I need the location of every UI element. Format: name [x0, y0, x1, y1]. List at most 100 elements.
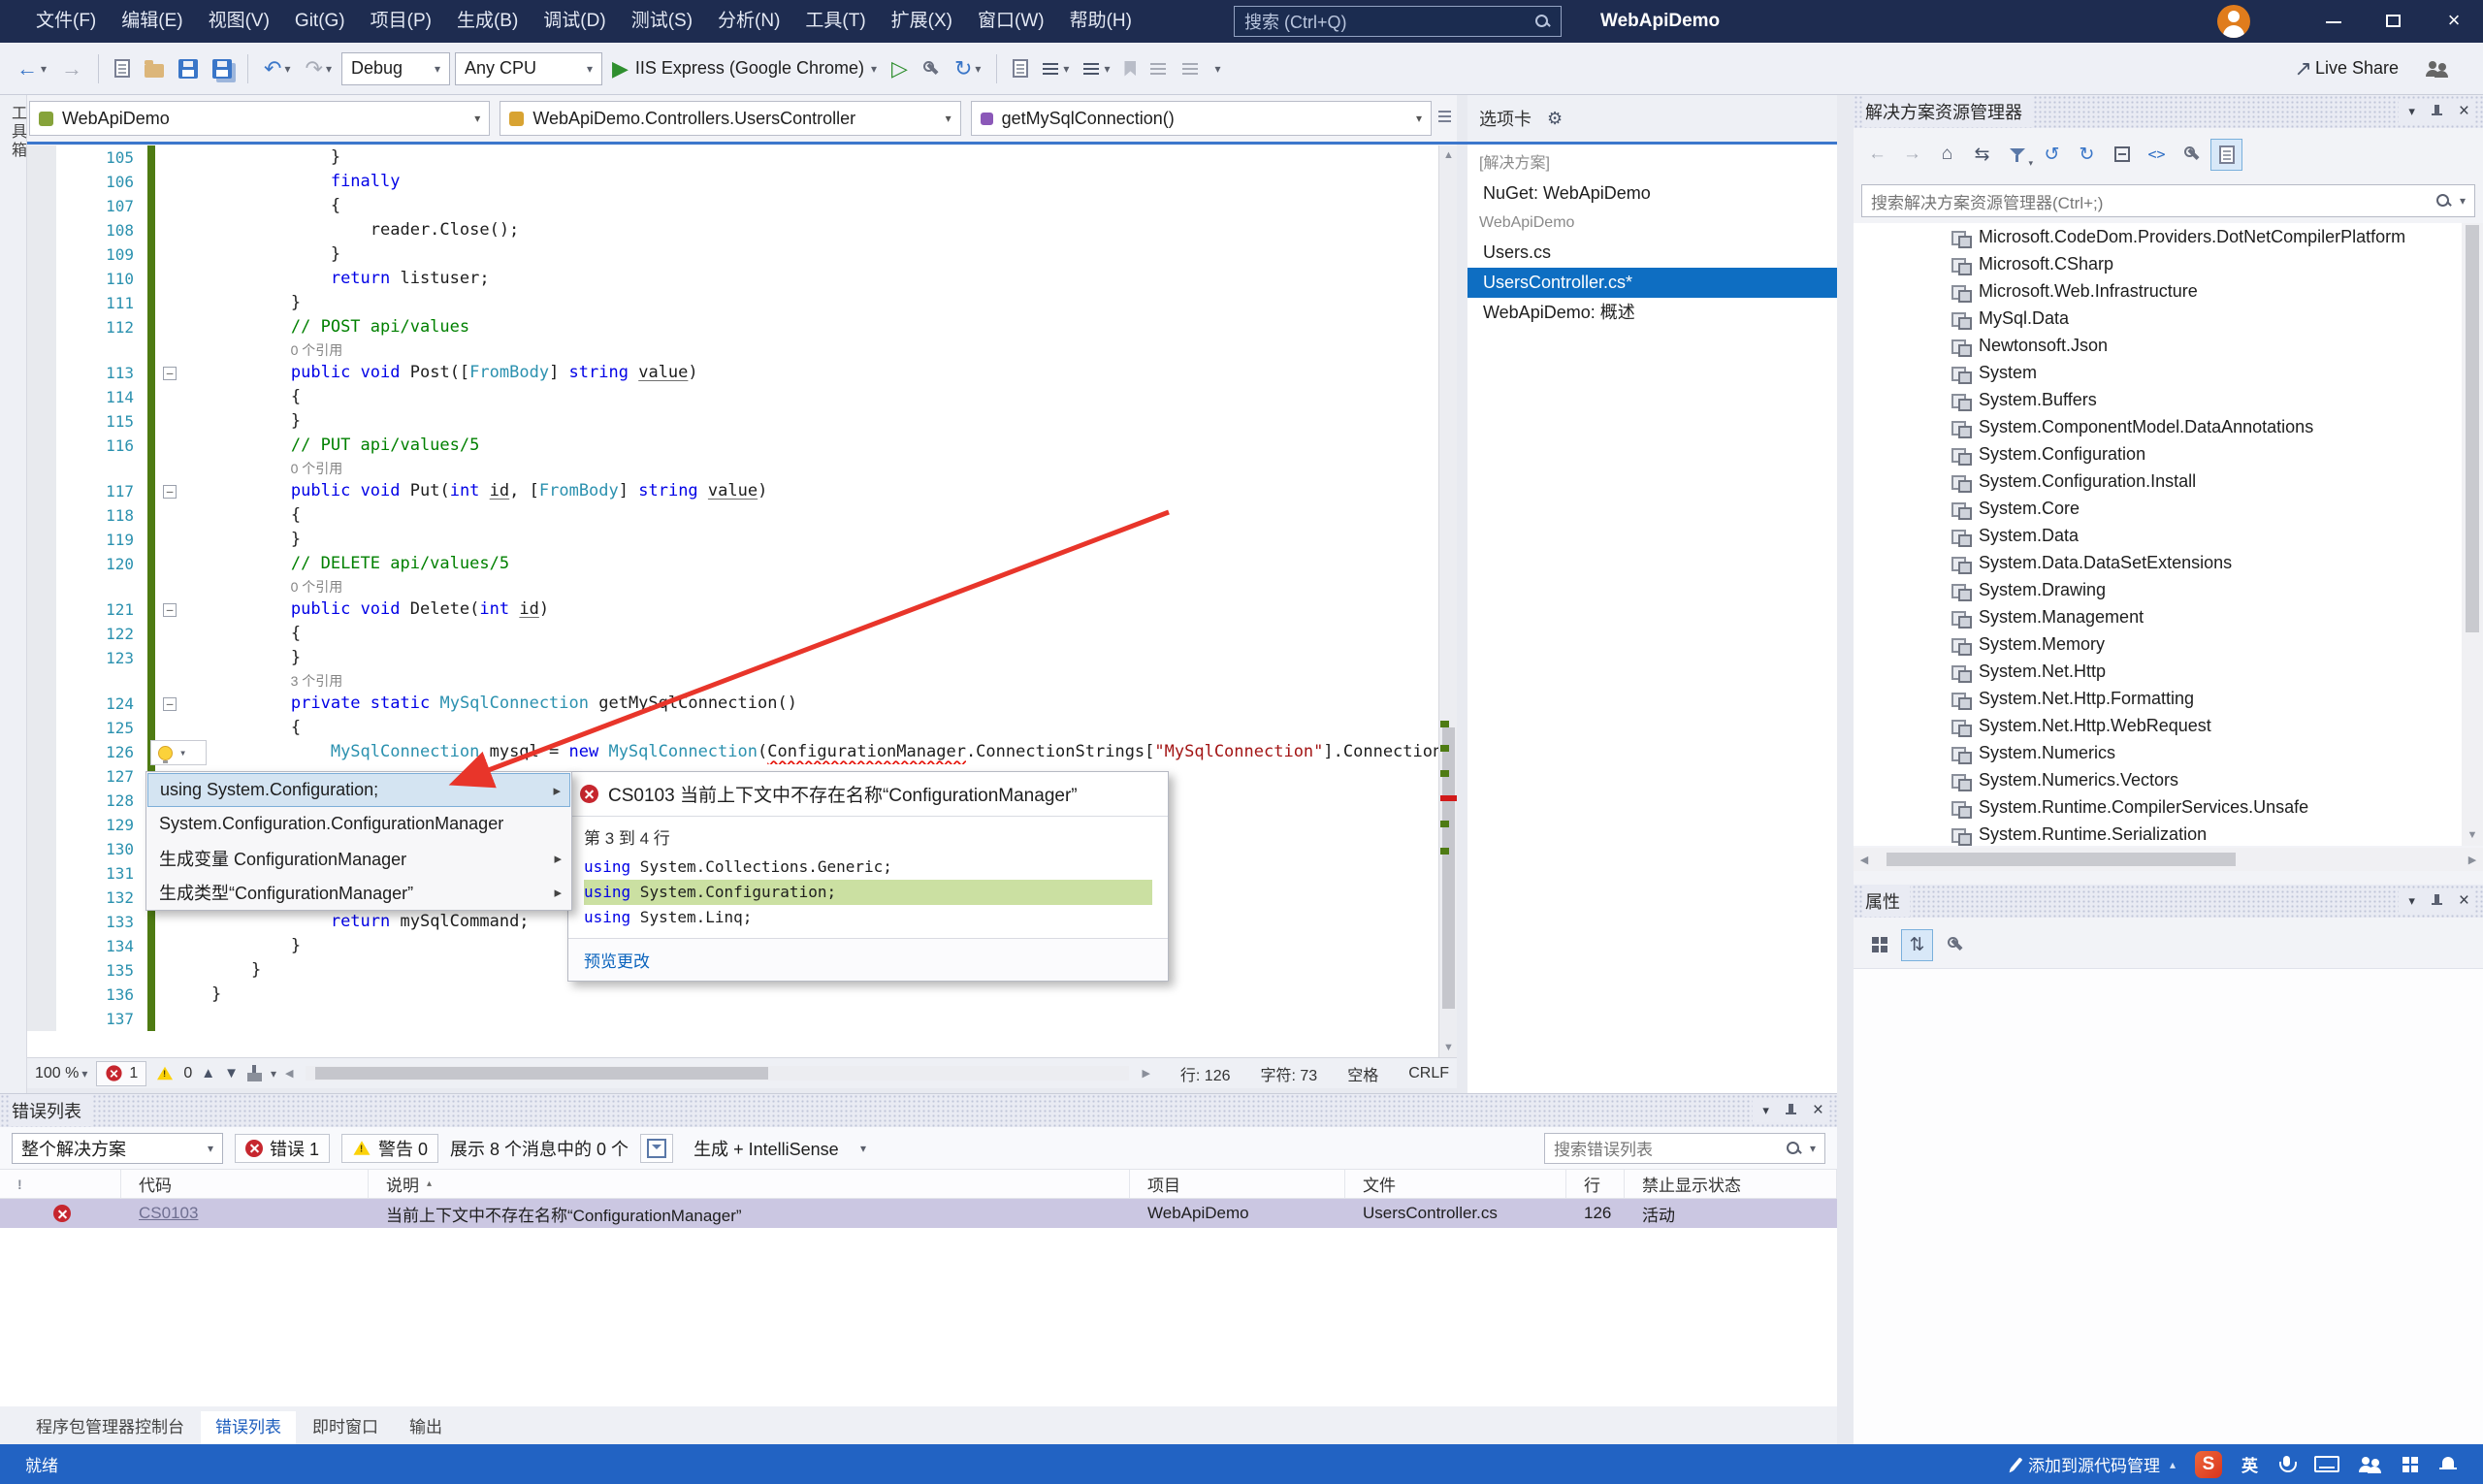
- reference-tree-item[interactable]: System.Memory: [1854, 630, 2462, 658]
- fold-collapse-icon[interactable]: –: [163, 367, 177, 380]
- code-text[interactable]: }: [184, 242, 1438, 267]
- reference-tree-item[interactable]: System.Runtime.Serialization: [1854, 821, 2462, 846]
- scroll-right-icon[interactable]: ▶: [2462, 854, 2483, 866]
- properties-button[interactable]: [2176, 139, 2208, 171]
- breakpoint-margin[interactable]: [27, 194, 56, 218]
- document-tab[interactable]: WebApiDemo: 概述: [1467, 298, 1837, 328]
- redo-button[interactable]: ↷▾: [301, 49, 337, 88]
- breakpoint-margin[interactable]: [27, 716, 56, 740]
- reference-tree-item[interactable]: Microsoft.CSharp: [1854, 250, 2462, 277]
- window-position-icon[interactable]: ▾: [1762, 1103, 1769, 1118]
- pending-changes-filter-button[interactable]: ▾: [2001, 139, 2033, 171]
- reference-tree-item[interactable]: System.ComponentModel.DataAnnotations: [1854, 413, 2462, 440]
- column-severity[interactable]: !: [0, 1170, 121, 1198]
- property-pages-button[interactable]: [1939, 929, 1971, 961]
- window-position-icon[interactable]: ▾: [2408, 893, 2415, 909]
- breakpoint-margin[interactable]: [27, 670, 56, 692]
- code-text[interactable]: }: [184, 646, 1438, 670]
- navigate-back-button[interactable]: ←▾: [12, 49, 51, 88]
- fold-collapse-icon[interactable]: –: [163, 485, 177, 499]
- bookmark-next-button[interactable]: [1145, 49, 1173, 88]
- breakpoint-margin[interactable]: [27, 361, 56, 385]
- close-icon[interactable]: ×: [2459, 892, 2469, 910]
- error-count-badge[interactable]: 1: [96, 1061, 146, 1086]
- keyboard-icon[interactable]: [2314, 1456, 2339, 1472]
- tree-vertical-scrollbar[interactable]: [2462, 223, 2483, 846]
- breakpoint-margin[interactable]: [27, 385, 56, 409]
- panel-tab[interactable]: 程序包管理器控制台: [21, 1411, 199, 1444]
- fold-collapse-icon[interactable]: –: [163, 603, 177, 617]
- quick-fix-item[interactable]: 生成类型“ConfigurationManager”▸: [147, 875, 570, 909]
- people-icon[interactable]: [2359, 1456, 2382, 1473]
- gear-icon[interactable]: ⚙: [1547, 108, 1563, 129]
- code-text[interactable]: MySqlConnection mysql = new MySqlConnect…: [184, 740, 1438, 764]
- breakpoint-margin[interactable]: [27, 813, 56, 837]
- code-text[interactable]: {: [184, 194, 1438, 218]
- reference-tree-item[interactable]: Microsoft.Web.Infrastructure: [1854, 277, 2462, 305]
- live-share-button[interactable]: ↗Live Share: [2290, 49, 2404, 88]
- reference-tree-item[interactable]: System.Net.Http.Formatting: [1854, 685, 2462, 712]
- close-icon[interactable]: ×: [2459, 103, 2469, 120]
- breakpoint-margin[interactable]: [27, 692, 56, 716]
- messages-label[interactable]: 展示 8 个消息中的 0 个: [450, 1136, 629, 1161]
- code-text[interactable]: public void Post([FromBody] string value…: [184, 361, 1438, 385]
- breakpoint-margin[interactable]: [27, 339, 56, 361]
- add-to-source-control-button[interactable]: 添加到源代码管理▴: [2015, 1452, 2176, 1476]
- panel-tab[interactable]: 输出: [395, 1411, 457, 1444]
- panel-tab[interactable]: 错误列表: [201, 1411, 296, 1444]
- breakpoint-margin[interactable]: [27, 764, 56, 789]
- breakpoint-margin[interactable]: [27, 597, 56, 622]
- ime-indicator[interactable]: 英: [2241, 1452, 2258, 1476]
- breakpoint-margin[interactable]: [27, 170, 56, 194]
- reference-tree-item[interactable]: Microsoft.CodeDom.Providers.DotNetCompil…: [1854, 223, 2462, 250]
- breakpoint-margin[interactable]: [27, 789, 56, 813]
- code-text[interactable]: }: [184, 409, 1438, 434]
- editor-vertical-scrollbar[interactable]: ▲ ▼: [1438, 145, 1457, 1057]
- quick-fix-item[interactable]: using System.Configuration;▸: [147, 773, 570, 807]
- code-text[interactable]: }: [184, 291, 1438, 315]
- document-outline-button[interactable]: [1435, 107, 1455, 130]
- start-debugging-button[interactable]: ▶IIS Express (Google Chrome)▾: [607, 49, 882, 88]
- source-filter-dropdown[interactable]: 生成 + IntelliSense▾: [685, 1133, 875, 1164]
- solution-configurations-dropdown[interactable]: Debug▾: [341, 52, 450, 85]
- menubar-item[interactable]: 测试(S): [619, 0, 705, 43]
- errors-filter-button[interactable]: 错误 1: [235, 1134, 330, 1163]
- scroll-down-icon[interactable]: ▼: [1439, 1038, 1458, 1057]
- fold-collapse-icon[interactable]: –: [163, 697, 177, 711]
- alphabetical-sort-button[interactable]: ⇅: [1901, 929, 1933, 961]
- reference-tree-item[interactable]: System.Runtime.CompilerServices.Unsafe: [1854, 793, 2462, 821]
- column-header[interactable]: 项目: [1130, 1170, 1345, 1198]
- grid-icon[interactable]: [2402, 1456, 2419, 1473]
- code-text[interactable]: reader.Close();: [184, 218, 1438, 242]
- breakpoint-margin[interactable]: [27, 315, 56, 339]
- breakpoint-margin[interactable]: [27, 434, 56, 458]
- quick-fix-item[interactable]: 生成变量 ConfigurationManager▸: [147, 841, 570, 875]
- column-header[interactable]: 禁止显示状态: [1625, 1170, 1837, 1198]
- format-icon[interactable]: [247, 1073, 262, 1081]
- quick-launch-search[interactable]: 搜索 (Ctrl+Q): [1234, 6, 1562, 37]
- comment-list-button[interactable]: ▾: [1079, 49, 1114, 88]
- attach-button[interactable]: [918, 49, 945, 88]
- code-text[interactable]: }: [184, 983, 1438, 1007]
- reference-tree-item[interactable]: Newtonsoft.Json: [1854, 332, 2462, 359]
- code-text[interactable]: 0 个引用: [184, 576, 1438, 597]
- code-text[interactable]: public void Put(int id, [FromBody] strin…: [184, 479, 1438, 503]
- collapse-all-button[interactable]: [2106, 139, 2138, 171]
- navigate-forward-button[interactable]: →: [56, 49, 87, 88]
- project-dropdown[interactable]: WebApiDemo▾: [29, 101, 490, 136]
- solution-platforms-dropdown[interactable]: Any CPU▾: [455, 52, 602, 85]
- code-text[interactable]: finally: [184, 170, 1438, 194]
- reference-tree-item[interactable]: System.Core: [1854, 495, 2462, 522]
- code-text[interactable]: {: [184, 503, 1438, 528]
- code-text[interactable]: 3 个引用: [184, 670, 1438, 692]
- code-text[interactable]: return listuser;: [184, 267, 1438, 291]
- refresh-button[interactable]: ↻▾: [950, 49, 985, 88]
- undo-button[interactable]: ↶▾: [259, 49, 295, 88]
- tree-horizontal-scrollbar[interactable]: ◀ ▶: [1854, 848, 2483, 871]
- scroll-left-icon[interactable]: ◀: [285, 1067, 293, 1080]
- forward-button[interactable]: →: [1896, 139, 1928, 171]
- breakpoint-margin[interactable]: [27, 479, 56, 503]
- column-header[interactable]: 说明▴: [369, 1170, 1130, 1198]
- code-text[interactable]: {: [184, 385, 1438, 409]
- zoom-dropdown[interactable]: 100 %▾: [35, 1054, 87, 1093]
